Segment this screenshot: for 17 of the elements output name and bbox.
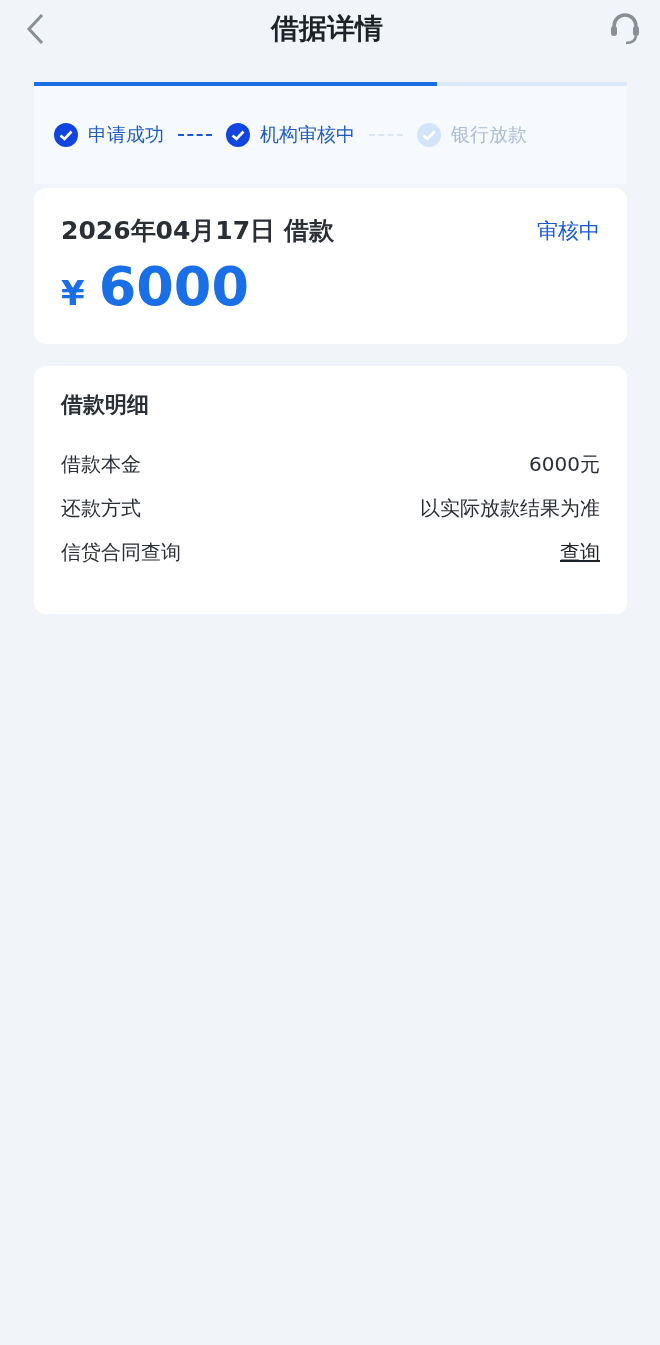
detail-label: 借款本金 bbox=[61, 450, 141, 478]
detail-value: 以实际放款结果为准 bbox=[420, 494, 600, 522]
detail-value: 6000元 bbox=[529, 450, 600, 478]
details-title: 借款明细 bbox=[61, 391, 150, 419]
step-label: 银行放款 bbox=[451, 122, 527, 147]
step-label: 申请成功 bbox=[88, 122, 164, 147]
loan-status: 审核中 bbox=[537, 217, 600, 245]
query-link[interactable]: 查询 bbox=[560, 538, 600, 566]
back-icon[interactable] bbox=[24, 12, 46, 46]
loan-date: 2026年04月17日 借款 bbox=[61, 215, 334, 247]
currency-symbol: ¥ bbox=[61, 273, 85, 313]
page-title: 借据详情 bbox=[271, 11, 383, 47]
loan-amount: 6000 bbox=[98, 255, 249, 318]
detail-label: 信贷合同查询 bbox=[61, 538, 181, 566]
step-label: 机构审核中 bbox=[260, 122, 355, 147]
detail-label: 还款方式 bbox=[61, 494, 141, 522]
headset-icon[interactable] bbox=[608, 12, 642, 46]
